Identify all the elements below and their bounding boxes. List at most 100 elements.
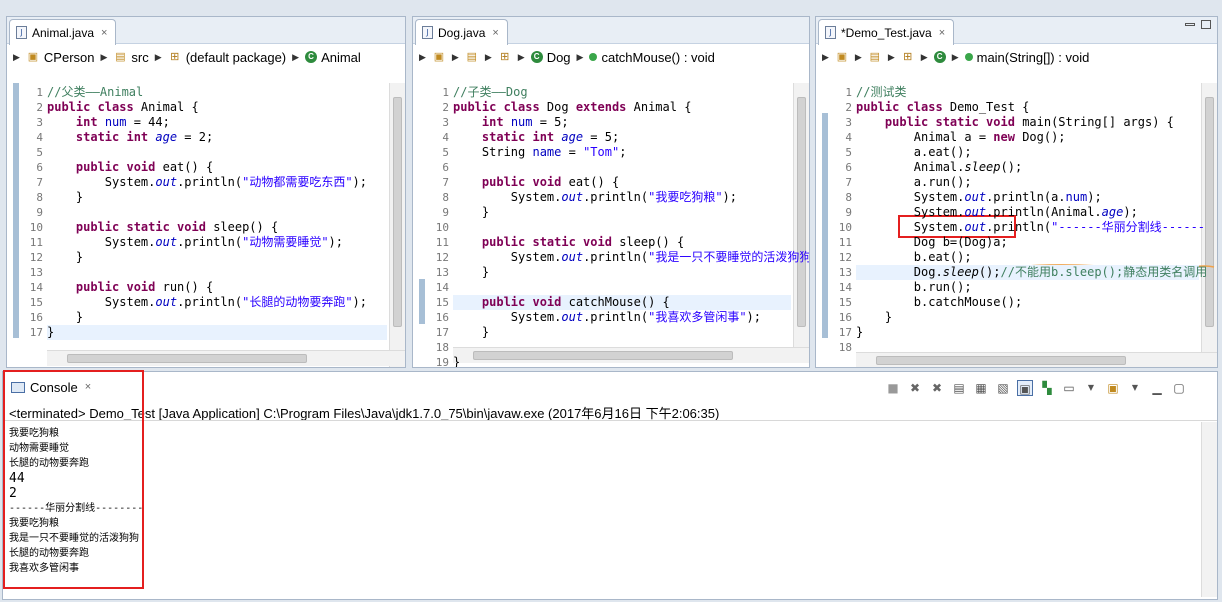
breadcrumb-src[interactable]: ▤ (465, 51, 479, 64)
scroll-thumb[interactable] (393, 97, 402, 327)
code-line[interactable]: int num = 44; (47, 115, 170, 130)
code-line[interactable]: } (453, 325, 489, 340)
breadcrumb-method[interactable]: catchMouse() : void (589, 50, 715, 65)
chevron-down-icon[interactable]: ▼ (1083, 380, 1099, 396)
code-line[interactable]: int num = 5; (453, 115, 569, 130)
chevron-right-icon[interactable]: ▶ (101, 52, 108, 63)
code-line[interactable]: a.eat(); (856, 145, 972, 160)
code-line[interactable]: a.run(); (856, 175, 972, 190)
code-line[interactable]: public static void main(String[] args) { (856, 115, 1174, 130)
breadcrumb-src[interactable]: ▤ src (113, 50, 149, 65)
code-line[interactable]: public class Dog extends Animal { (453, 100, 691, 115)
breadcrumb-class[interactable]: C Animal (305, 50, 361, 65)
code-line[interactable]: Animal.sleep(); (856, 160, 1022, 175)
code-line[interactable]: System.out.println(a.num); (856, 190, 1102, 205)
vertical-scrollbar[interactable] (793, 83, 809, 347)
code-line[interactable]: public static void sleep() { (47, 220, 278, 235)
code-editor[interactable]: 1 //测试类 2 public class Demo_Test {3 public … (816, 69, 1217, 367)
code-line[interactable]: } (453, 265, 489, 280)
tab-dog-java[interactable]: J Dog.java × (415, 19, 508, 45)
console-output[interactable]: 我要吃狗粮 动物需要睡觉 长腿的动物要奔跑 44 2 ------华丽分割线-------… (3, 422, 1199, 599)
code-line[interactable]: public static void sleep() { (453, 235, 684, 250)
scroll-thumb[interactable] (473, 351, 733, 360)
chevron-right-icon[interactable]: ▶ (952, 52, 959, 63)
terminate-icon[interactable]: ■ (885, 380, 901, 396)
chevron-right-icon[interactable]: ▶ (13, 52, 20, 63)
chevron-right-icon[interactable]: ▶ (292, 52, 299, 63)
code-line[interactable]: } (47, 250, 83, 265)
chevron-right-icon[interactable]: ▶ (855, 52, 862, 63)
breadcrumb-project[interactable]: ▣ CPerson (26, 50, 95, 65)
vertical-scrollbar[interactable] (1201, 83, 1217, 353)
minimize-icon[interactable]: ▁ (1149, 380, 1165, 396)
close-icon[interactable]: × (492, 27, 498, 39)
code-line[interactable]: public void run() { (47, 280, 213, 295)
code-line[interactable]: public class Demo_Test { (856, 100, 1029, 115)
code-line[interactable]: Dog b=(Dog)a; (856, 235, 1008, 250)
code-line[interactable]: System.out.println("我喜欢多管闲事"); (453, 310, 761, 325)
chevron-right-icon[interactable]: ▶ (518, 52, 525, 63)
chevron-right-icon[interactable]: ▶ (419, 52, 426, 63)
code-line[interactable]: static int age = 2; (47, 130, 213, 145)
chevron-right-icon[interactable]: ▶ (921, 52, 928, 63)
scroll-thumb[interactable] (67, 354, 307, 363)
display-console-icon[interactable]: ▭ (1061, 380, 1077, 396)
code-line[interactable]: System.out.println("我是一只不要睡觉的活泼狗狗") (453, 250, 809, 265)
scroll-thumb[interactable] (1205, 97, 1214, 327)
scroll-thumb[interactable] (797, 97, 806, 327)
breadcrumb-package[interactable]: ⊞ (498, 51, 512, 64)
code-line[interactable]: System.out.println("动物都需要吃东西"); (47, 175, 367, 190)
remove-launch-icon[interactable]: ✖ (907, 380, 923, 396)
code-line[interactable]: } (47, 310, 83, 325)
horizontal-scrollbar[interactable] (47, 350, 405, 366)
breadcrumb-class[interactable]: C (933, 51, 946, 63)
breadcrumb-method[interactable]: main(String[]) : void (964, 50, 1089, 65)
chevron-right-icon[interactable]: ▶ (452, 52, 459, 63)
code-line[interactable]: //测试类 (856, 85, 906, 100)
breadcrumb-package[interactable]: ⊞ (901, 51, 915, 64)
code-line[interactable]: //父类——Animal (47, 85, 143, 100)
code-editor[interactable]: 1 //父类——Animal 2 public class Animal {3 int… (7, 69, 405, 367)
chevron-right-icon[interactable]: ▶ (822, 52, 829, 63)
code-line[interactable]: b.catchMouse(); (856, 295, 1022, 310)
horizontal-scrollbar[interactable] (453, 347, 809, 363)
code-line[interactable]: b.eat(); (856, 250, 972, 265)
breadcrumb-project[interactable]: ▣ (835, 51, 849, 64)
vertical-scrollbar[interactable] (389, 83, 405, 367)
code-line[interactable]: } (856, 325, 863, 340)
remove-all-icon[interactable]: ✖ (929, 380, 945, 396)
pin-console-icon[interactable]: ▚ (1039, 380, 1055, 396)
minimize-icon[interactable] (1185, 23, 1195, 26)
code-line[interactable]: System.out.println("动物需要睡觉"); (47, 235, 343, 250)
code-line[interactable]: } (47, 190, 83, 205)
chevron-down-icon[interactable]: ▼ (1127, 380, 1143, 396)
chevron-right-icon[interactable]: ▶ (577, 52, 584, 63)
code-line[interactable]: } (856, 310, 892, 325)
tab-demo-test-java[interactable]: J *Demo_Test.java × (818, 19, 955, 45)
chevron-right-icon[interactable]: ▶ (485, 52, 492, 63)
code-line[interactable]: Dog.sleep();//不能用b.sleep();静态用类名调用 (856, 265, 1207, 280)
breadcrumb-project[interactable]: ▣ (432, 51, 446, 64)
code-line[interactable]: static int age = 5; (453, 130, 619, 145)
code-line[interactable]: System.out.println("我要吃狗粮"); (453, 190, 737, 205)
close-icon[interactable]: × (101, 27, 107, 39)
breadcrumb-class[interactable]: C Dog (530, 50, 571, 65)
chevron-right-icon[interactable]: ▶ (888, 52, 895, 63)
code-line[interactable]: System.out.println("长腿的动物要奔跑"); (47, 295, 367, 310)
breadcrumb-src[interactable]: ▤ (868, 51, 882, 64)
code-editor[interactable]: 1 //子类——Dog 2 public class Dog extends Anim… (413, 69, 809, 367)
word-wrap-icon[interactable]: ▧ (995, 380, 1011, 396)
scroll-lock-icon[interactable]: ▦ (973, 380, 989, 396)
chevron-right-icon[interactable]: ▶ (155, 52, 162, 63)
show-on-output-icon[interactable]: ▣ (1017, 380, 1033, 396)
tab-animal-java[interactable]: J Animal.java × (9, 19, 117, 45)
code-line[interactable]: } (453, 355, 460, 367)
close-icon[interactable]: × (939, 27, 945, 39)
code-line[interactable]: } (47, 325, 54, 340)
open-console-icon[interactable]: ▣ (1105, 380, 1121, 396)
scroll-thumb[interactable] (876, 356, 1126, 365)
code-line[interactable]: public void eat() { (47, 160, 213, 175)
code-line[interactable]: public void catchMouse() { (453, 295, 670, 310)
maximize-icon[interactable] (1201, 20, 1211, 29)
code-line[interactable]: System.out.println("------华丽分割线------ (856, 220, 1205, 235)
